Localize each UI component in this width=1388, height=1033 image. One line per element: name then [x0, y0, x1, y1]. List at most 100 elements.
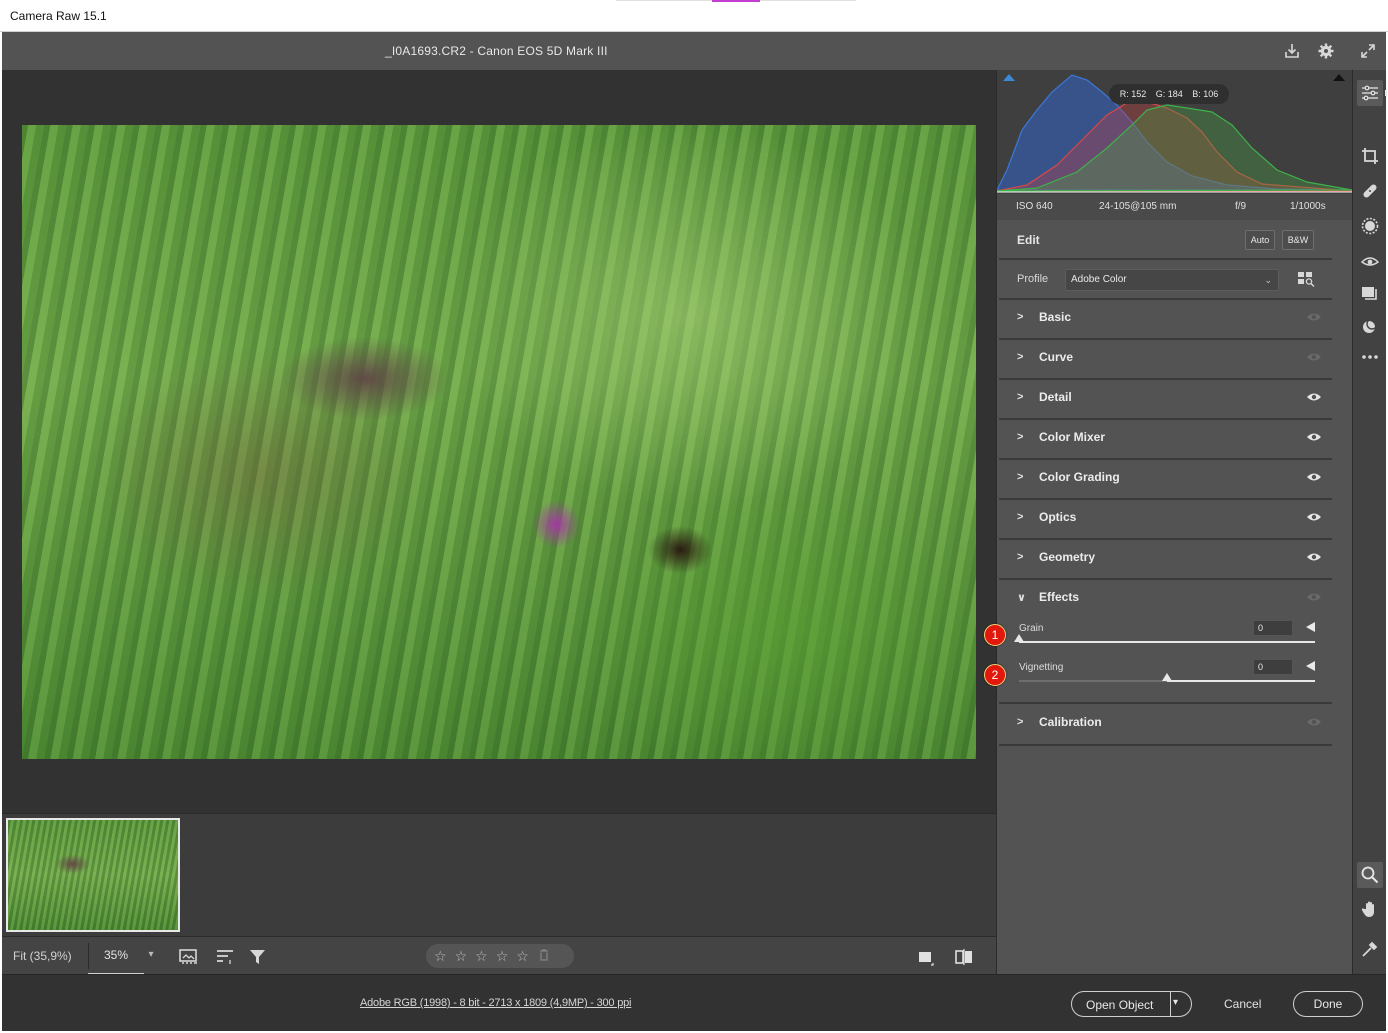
section-title: Color Grading	[1039, 470, 1120, 484]
section-geometry[interactable]: > Geometry	[997, 539, 1352, 577]
highlight-clipping-icon[interactable]	[1333, 74, 1345, 81]
section-color-grading[interactable]: > Color Grading	[997, 459, 1352, 497]
lens-value: 24-105@105 mm	[1099, 201, 1177, 212]
eye-icon[interactable]	[1306, 551, 1322, 563]
workflow-options-link[interactable]: Adobe RGB (1998) - 8 bit - 2713 x 1809 (…	[360, 997, 631, 1009]
trash-icon[interactable]	[539, 948, 549, 964]
filmstrip-thumbnail[interactable]	[6, 818, 180, 932]
rating-star-4[interactable]: ☆	[496, 949, 509, 963]
section-title: Detail	[1039, 390, 1072, 404]
zoom-level[interactable]: 35%	[88, 937, 144, 975]
profile-value: Adobe Color	[1071, 274, 1127, 285]
file-title: _I0A1693.CR2 - Canon EOS 5D Mark III	[385, 44, 608, 58]
photo-preview[interactable]	[22, 125, 976, 759]
status-bar: Adobe RGB (1998) - 8 bit - 2713 x 1809 (…	[2, 974, 1386, 1031]
grain-slider-thumb[interactable]	[1014, 634, 1024, 642]
eye-icon[interactable]	[1306, 471, 1322, 483]
header-bar: _I0A1693.CR2 - Canon EOS 5D Mark III	[2, 32, 1386, 70]
gear-icon[interactable]	[1315, 40, 1337, 62]
section-title: Color Mixer	[1039, 430, 1106, 444]
section-effects[interactable]: ∨ Effects	[997, 579, 1352, 617]
vignetting-slider-row: Vignetting 0	[997, 659, 1352, 697]
chevron-right-icon: >	[1017, 511, 1024, 523]
grain-slider-track[interactable]	[1019, 641, 1315, 643]
section-curve[interactable]: > Curve	[997, 339, 1352, 377]
chevron-down-icon[interactable]: ▾	[1173, 997, 1178, 1008]
section-title: Optics	[1039, 510, 1077, 524]
chevron-right-icon: >	[1017, 716, 1024, 728]
chevron-right-icon: >	[1017, 471, 1024, 483]
section-calibration[interactable]: > Calibration	[997, 704, 1352, 742]
edit-title: Edit	[1017, 233, 1040, 247]
grain-slider-row: Grain 0	[997, 620, 1352, 658]
eye-icon[interactable]	[1306, 391, 1322, 403]
section-optics[interactable]: > Optics	[997, 499, 1352, 537]
vignetting-reset-icon[interactable]	[1306, 661, 1315, 671]
filter-icon[interactable]	[248, 947, 268, 967]
snapshots-icon[interactable]	[1359, 282, 1381, 304]
shadow-clipping-icon[interactable]	[1003, 74, 1015, 81]
auto-button[interactable]: Auto	[1245, 230, 1275, 250]
bw-button[interactable]: B&W	[1282, 230, 1314, 250]
vignetting-value-input[interactable]: 0	[1253, 659, 1293, 675]
save-icon[interactable]	[1281, 40, 1303, 62]
sort-icon[interactable]	[215, 947, 235, 967]
profile-browser-icon[interactable]	[1297, 271, 1315, 292]
histogram[interactable]: R: 152 G: 184 B: 106	[997, 70, 1352, 194]
green-readout: G: 184	[1155, 89, 1183, 99]
zoom-icon[interactable]	[1357, 862, 1383, 888]
chevron-right-icon: >	[1017, 391, 1024, 403]
rating-star-1[interactable]: ☆	[434, 949, 447, 963]
chevron-down-icon[interactable]: ▾	[144, 949, 158, 960]
single-view-icon[interactable]	[916, 947, 936, 967]
fullscreen-icon[interactable]	[1357, 40, 1379, 62]
profile-label: Profile	[1017, 273, 1049, 285]
profile-select[interactable]: Adobe Color ⌄	[1065, 269, 1279, 291]
open-object-button[interactable]: Open Object ▾	[1071, 991, 1192, 1017]
section-basic[interactable]: > Basic	[997, 299, 1352, 337]
eye-icon[interactable]	[1306, 511, 1322, 523]
bandage-icon[interactable]	[1359, 180, 1381, 202]
filmstrip	[2, 813, 996, 936]
presets-icon[interactable]	[1359, 315, 1381, 337]
cancel-button[interactable]: Cancel	[1224, 997, 1261, 1011]
section-title: Effects	[1039, 590, 1080, 604]
mask-icon[interactable]	[1359, 215, 1381, 237]
rating-star-2[interactable]: ☆	[455, 949, 468, 963]
eye-icon[interactable]	[1306, 351, 1322, 363]
callout-badge-1: 1	[984, 624, 1006, 646]
edit-header: Edit Auto B&W	[997, 220, 1352, 258]
vignetting-slider-thumb[interactable]	[1162, 673, 1172, 681]
sliders-icon[interactable]	[1357, 80, 1383, 106]
filmstrip-options-icon[interactable]	[179, 947, 199, 967]
eye-icon[interactable]	[1306, 311, 1322, 323]
before-after-icon[interactable]	[954, 947, 974, 967]
chevron-right-icon: >	[1017, 311, 1024, 323]
chevron-down-icon: ∨	[1017, 592, 1026, 604]
red-readout: R: 152	[1119, 89, 1147, 99]
divider	[1170, 992, 1171, 1016]
hand-icon[interactable]	[1359, 898, 1381, 920]
image-canvas[interactable]	[2, 70, 996, 813]
grain-reset-icon[interactable]	[1306, 622, 1315, 632]
section-detail[interactable]: > Detail	[997, 379, 1352, 417]
red-eye-icon[interactable]	[1359, 250, 1381, 272]
edit-panel: R: 152 G: 184 B: 106 ISO 640 24-105@105 …	[996, 70, 1352, 974]
eye-icon[interactable]	[1306, 431, 1322, 443]
titlebar-accent	[712, 0, 760, 2]
open-object-label: Open Object	[1086, 998, 1154, 1012]
grain-value-input[interactable]: 0	[1253, 620, 1293, 636]
active-indicator	[1385, 90, 1387, 96]
rating-star-3[interactable]: ☆	[475, 949, 488, 963]
section-color-mixer[interactable]: > Color Mixer	[997, 419, 1352, 457]
fit-zoom-option[interactable]: Fit (35,9%)	[13, 949, 72, 963]
color-sampler-icon[interactable]	[1359, 938, 1381, 960]
more-icon[interactable]	[1359, 346, 1381, 368]
rgb-readout: R: 152 G: 184 B: 106	[1109, 84, 1229, 104]
eye-icon[interactable]	[1306, 591, 1322, 603]
rating-star-5[interactable]: ☆	[516, 949, 529, 963]
crop-icon[interactable]	[1359, 145, 1381, 167]
done-button[interactable]: Done	[1293, 991, 1363, 1017]
eye-icon[interactable]	[1306, 716, 1322, 728]
tool-strip	[1352, 70, 1387, 974]
